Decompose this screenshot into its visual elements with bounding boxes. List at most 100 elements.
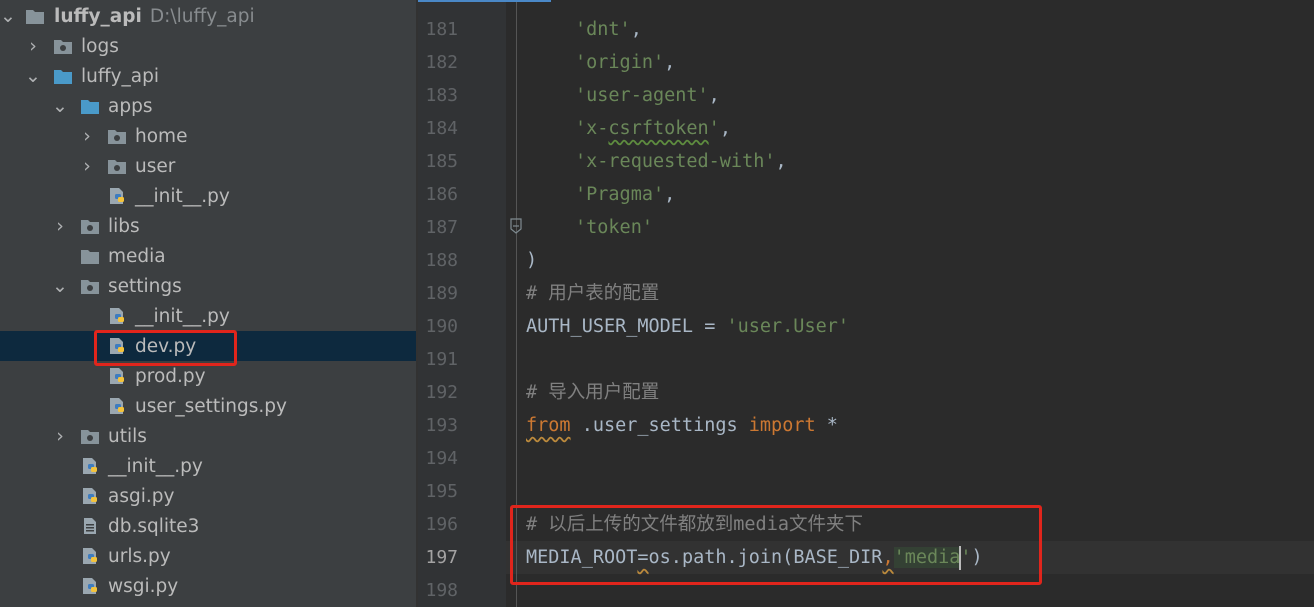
tree-item-label: libs (108, 216, 140, 237)
tree-item-label: apps (108, 96, 153, 117)
line-number: 189 (425, 283, 458, 304)
tree-item-utils[interactable]: › utils (0, 421, 416, 451)
code-line: ) (526, 250, 538, 271)
python-file-icon (83, 458, 97, 474)
module-folder-icon (81, 280, 99, 294)
code-line: 'x-requested-with', (575, 151, 787, 172)
line-number: 196 (425, 514, 458, 535)
tree-item-label: wsgi.py (108, 576, 179, 597)
module-folder-icon (81, 430, 99, 444)
tree-item-media[interactable]: media (0, 241, 416, 271)
line-number: 193 (425, 415, 458, 436)
folder-icon (81, 250, 99, 264)
active-tab-indicator (418, 0, 551, 2)
tree-item-label: luffy_api (54, 6, 142, 27)
python-file-icon (110, 188, 124, 204)
code-line: 'x-csrftoken', (575, 118, 731, 139)
module-folder-icon (81, 220, 99, 234)
code-line: 'token' (575, 217, 653, 238)
tree-item-luffy-init[interactable]: __init__.py (0, 451, 416, 481)
module-folder-icon (108, 130, 126, 144)
tree-item-label: __init__.py (135, 306, 230, 327)
line-number: 183 (425, 85, 458, 106)
line-number: 182 (425, 52, 458, 73)
chevron-right-icon[interactable]: › (52, 425, 68, 447)
code-line: 'user-agent', (575, 85, 720, 106)
tree-item-label: db.sqlite3 (108, 516, 200, 537)
tree-item-urls-py[interactable]: urls.py (0, 541, 416, 571)
line-number: 191 (425, 349, 458, 370)
python-file-icon (110, 398, 124, 414)
tree-item-user-settings-py[interactable]: user_settings.py (0, 391, 416, 421)
tree-item-label: asgi.py (108, 486, 175, 507)
tree-item-apps-init[interactable]: __init__.py (0, 181, 416, 211)
tree-item-settings[interactable]: ⌄ settings (0, 271, 416, 301)
line-number: 198 (425, 580, 458, 601)
chevron-right-icon[interactable]: › (79, 125, 95, 147)
python-file-icon (83, 488, 97, 504)
text-file-icon (84, 518, 96, 534)
code-line: AUTH_USER_MODEL = 'user.User' (526, 316, 850, 337)
code-line: 'origin', (575, 52, 676, 73)
package-folder-icon (54, 70, 72, 84)
tree-item-label: luffy_api (81, 66, 160, 87)
line-number: 190 (425, 316, 458, 337)
tree-item-asgi-py[interactable]: asgi.py (0, 481, 416, 511)
tree-item-label: user_settings.py (135, 396, 287, 417)
tree-item-luffy-api[interactable]: ⌄ luffy_api (0, 61, 416, 91)
tree-item-home[interactable]: › home (0, 121, 416, 151)
tree-item-label: __init__.py (108, 456, 203, 477)
tree-item-user[interactable]: › user (0, 151, 416, 181)
media-root-highlight-box (510, 505, 1042, 585)
line-number: 188 (425, 250, 458, 271)
tree-item-apps[interactable]: ⌄ apps (0, 91, 416, 121)
code-comment: # 导入用户配置 (526, 382, 660, 403)
line-number: 194 (425, 448, 458, 469)
tree-item-settings-init[interactable]: __init__.py (0, 301, 416, 331)
tree-item-label: prod.py (135, 366, 206, 387)
python-file-icon (83, 578, 97, 594)
code-line: from .user_settings import * (526, 415, 838, 436)
module-folder-icon (108, 160, 126, 174)
project-path: D:\luffy_api (149, 6, 255, 27)
chevron-down-icon[interactable]: ⌄ (0, 5, 16, 27)
project-tree: ⌄ luffy_api D:\luffy_api › logs ⌄ luffy_a… (0, 0, 416, 607)
chevron-right-icon[interactable]: › (25, 35, 41, 57)
line-number: 181 (425, 19, 458, 40)
tree-item-label: user (135, 156, 176, 177)
chevron-down-icon[interactable]: ⌄ (25, 65, 41, 87)
python-file-icon (110, 308, 124, 324)
tree-item-logs[interactable]: › logs (0, 31, 416, 61)
chevron-right-icon[interactable]: › (52, 215, 68, 237)
tree-item-label: urls.py (108, 546, 171, 567)
tree-item-label: logs (81, 36, 119, 57)
chevron-right-icon[interactable]: › (79, 155, 95, 177)
line-number: 195 (425, 481, 458, 502)
package-folder-icon (81, 100, 99, 114)
code-comment: # 用户表的配置 (526, 283, 660, 304)
tree-item-label: home (135, 126, 188, 147)
line-number: 187 (425, 217, 458, 238)
excluded-folder-icon (54, 40, 72, 54)
dev-py-highlight-box (94, 330, 237, 366)
tree-item-label: utils (108, 426, 147, 447)
fold-end-icon[interactable] (510, 218, 522, 234)
tree-item-libs[interactable]: › libs (0, 211, 416, 241)
python-file-icon (110, 368, 124, 384)
code-line: 'Pragma', (575, 184, 676, 205)
chevron-down-icon[interactable]: ⌄ (52, 95, 68, 117)
line-number: 184 (425, 118, 458, 139)
tree-item-wsgi-py[interactable]: wsgi.py (0, 571, 416, 601)
tree-item-luffy-api-root[interactable]: ⌄ luffy_api D:\luffy_api (0, 1, 416, 31)
python-file-icon (83, 548, 97, 564)
line-number: 186 (425, 184, 458, 205)
chevron-down-icon[interactable]: ⌄ (52, 275, 68, 297)
folder-icon (26, 10, 44, 24)
tree-item-db-sqlite3[interactable]: db.sqlite3 (0, 511, 416, 541)
line-number: 192 (425, 382, 458, 403)
tree-item-label: settings (108, 276, 182, 297)
tree-item-label: media (108, 246, 166, 267)
code-editor[interactable]: 181 182 183 184 185 186 187 188 189 190 … (418, 0, 1314, 607)
line-number: 185 (425, 151, 458, 172)
code-line: 'dnt', (575, 19, 642, 40)
